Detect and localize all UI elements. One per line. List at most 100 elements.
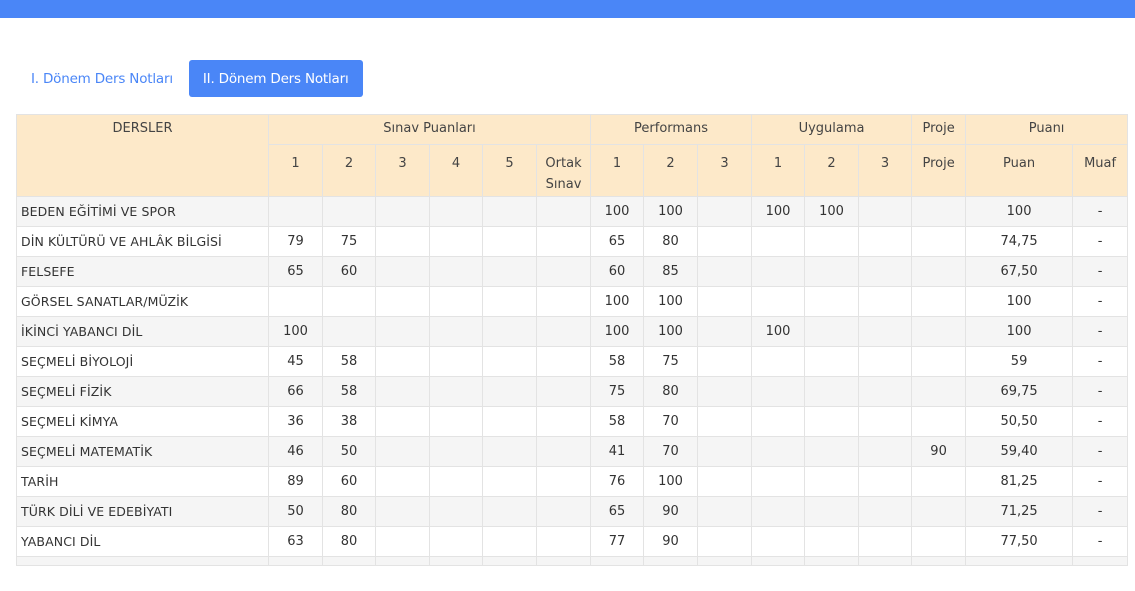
- cell-muaf: -: [1072, 196, 1129, 227]
- cell-proje: [911, 496, 967, 527]
- table-row: İKİNCİ YABANCI DİL 100 100 100 100 100-: [16, 316, 1129, 347]
- cell-sinav-5: [482, 406, 537, 437]
- cell-performans-2: 70: [643, 406, 699, 437]
- cell-sinav-5: [482, 526, 537, 557]
- cell-puan: 100: [965, 316, 1074, 347]
- cell-performans-2: 100: [643, 286, 699, 317]
- cell-sinav-5: [482, 226, 537, 257]
- cell-performans-1: 77: [590, 526, 645, 557]
- cell-uygulama-2: [804, 286, 860, 317]
- table-row: GÖRSEL SANATLAR/MÜZİK 100 100 100-: [16, 286, 1129, 317]
- cell-course-name: FELSEFE: [16, 256, 269, 287]
- cell-uygulama-2: [804, 256, 860, 287]
- cell-performans-2: 80: [643, 376, 699, 407]
- empty-cell: [535, 556, 592, 566]
- empty-cell: [751, 556, 806, 566]
- grades-table: DERSLER Sınav Puanları Performans Uygula…: [16, 114, 1129, 566]
- cell-sinav-5: [482, 376, 537, 407]
- cell-sinav-1: [268, 196, 323, 227]
- tab-first-semester[interactable]: I. Dönem Ders Notları: [17, 60, 187, 97]
- cell-sinav-1: 89: [268, 466, 323, 497]
- cell-sinav-3: [375, 286, 430, 317]
- cell-uygulama-2: [804, 226, 860, 257]
- tab-second-semester[interactable]: II. Dönem Ders Notları: [188, 60, 363, 97]
- cell-proje: 90: [911, 436, 967, 467]
- cell-performans-3: [697, 316, 753, 347]
- cell-muaf: -: [1072, 496, 1129, 527]
- cell-performans-1: 75: [590, 376, 645, 407]
- cell-sinav-2: 58: [322, 346, 376, 377]
- cell-course-name: YABANCI DİL: [16, 526, 269, 557]
- cell-muaf: -: [1072, 286, 1129, 317]
- table-row: SEÇMELİ MATEMATİK 46 50 41 70 90 59,40-: [16, 436, 1129, 467]
- cell-sinav-4: [429, 286, 483, 317]
- cell-sinav-4: [429, 406, 483, 437]
- cell-uygulama-3: [858, 316, 913, 347]
- cell-sinav-5: [482, 496, 537, 527]
- cell-course-name: GÖRSEL SANATLAR/MÜZİK: [16, 286, 269, 317]
- cell-performans-1: 76: [590, 466, 645, 497]
- cell-proje: [911, 346, 967, 377]
- cell-performans-3: [697, 526, 753, 557]
- cell-ortak-sinav: [535, 286, 592, 317]
- cell-uygulama-2: [804, 376, 860, 407]
- cell-sinav-4: [429, 466, 483, 497]
- cell-performans-3: [697, 286, 753, 317]
- cell-ortak-sinav: [535, 256, 592, 287]
- cell-performans-3: [697, 256, 753, 287]
- cell-sinav-1: 66: [268, 376, 323, 407]
- cell-course-name: TÜRK DİLİ VE EDEBİYATI: [16, 496, 269, 527]
- cell-uygulama-2: [804, 436, 860, 467]
- cell-performans-2: 75: [643, 346, 699, 377]
- cell-sinav-5: [482, 466, 537, 497]
- cell-puan: 81,25: [965, 466, 1074, 497]
- cell-muaf: -: [1072, 466, 1129, 497]
- cell-proje: [911, 406, 967, 437]
- cell-uygulama-1: [751, 496, 806, 527]
- cell-performans-3: [697, 406, 753, 437]
- table-row-partial: [16, 556, 1129, 566]
- cell-uygulama-3: [858, 226, 913, 257]
- header-sinav-col: 4: [429, 144, 483, 197]
- empty-cell: [643, 556, 699, 566]
- cell-uygulama-2: [804, 346, 860, 377]
- cell-sinav-4: [429, 376, 483, 407]
- cell-uygulama-2: [804, 466, 860, 497]
- cell-sinav-4: [429, 346, 483, 377]
- cell-performans-1: 65: [590, 496, 645, 527]
- cell-uygulama-3: [858, 406, 913, 437]
- cell-sinav-2: 50: [322, 436, 376, 467]
- cell-ortak-sinav: [535, 346, 592, 377]
- cell-uygulama-1: 100: [751, 316, 806, 347]
- cell-uygulama-3: [858, 376, 913, 407]
- cell-puan: 69,75: [965, 376, 1074, 407]
- cell-uygulama-3: [858, 436, 913, 467]
- cell-performans-3: [697, 226, 753, 257]
- cell-performans-1: 65: [590, 226, 645, 257]
- table-row: DİN KÜLTÜRÜ VE AHLÂK BİLGİSİ 79 75 65 80 74,7…: [16, 226, 1129, 257]
- header-performans: Performans: [590, 114, 753, 145]
- header-uygulama: Uygulama: [751, 114, 913, 145]
- cell-sinav-1: 50: [268, 496, 323, 527]
- empty-cell: [965, 556, 1074, 566]
- empty-cell: [268, 556, 323, 566]
- cell-ortak-sinav: [535, 316, 592, 347]
- cell-ortak-sinav: [535, 436, 592, 467]
- cell-puan: 50,50: [965, 406, 1074, 437]
- cell-proje: [911, 196, 967, 227]
- empty-cell: [804, 556, 860, 566]
- cell-sinav-4: [429, 316, 483, 347]
- cell-performans-3: [697, 436, 753, 467]
- cell-uygulama-1: [751, 226, 806, 257]
- cell-performans-3: [697, 346, 753, 377]
- empty-cell: [858, 556, 913, 566]
- table-header: DERSLER Sınav Puanları Performans Uygula…: [16, 114, 1129, 197]
- cell-performans-2: 90: [643, 496, 699, 527]
- header-sinav-col: 3: [375, 144, 430, 197]
- cell-muaf: -: [1072, 226, 1129, 257]
- cell-sinav-5: [482, 196, 537, 227]
- cell-performans-3: [697, 466, 753, 497]
- cell-performans-1: 100: [590, 316, 645, 347]
- cell-course-name: BEDEN EĞİTİMİ VE SPOR: [16, 196, 269, 227]
- cell-sinav-4: [429, 256, 483, 287]
